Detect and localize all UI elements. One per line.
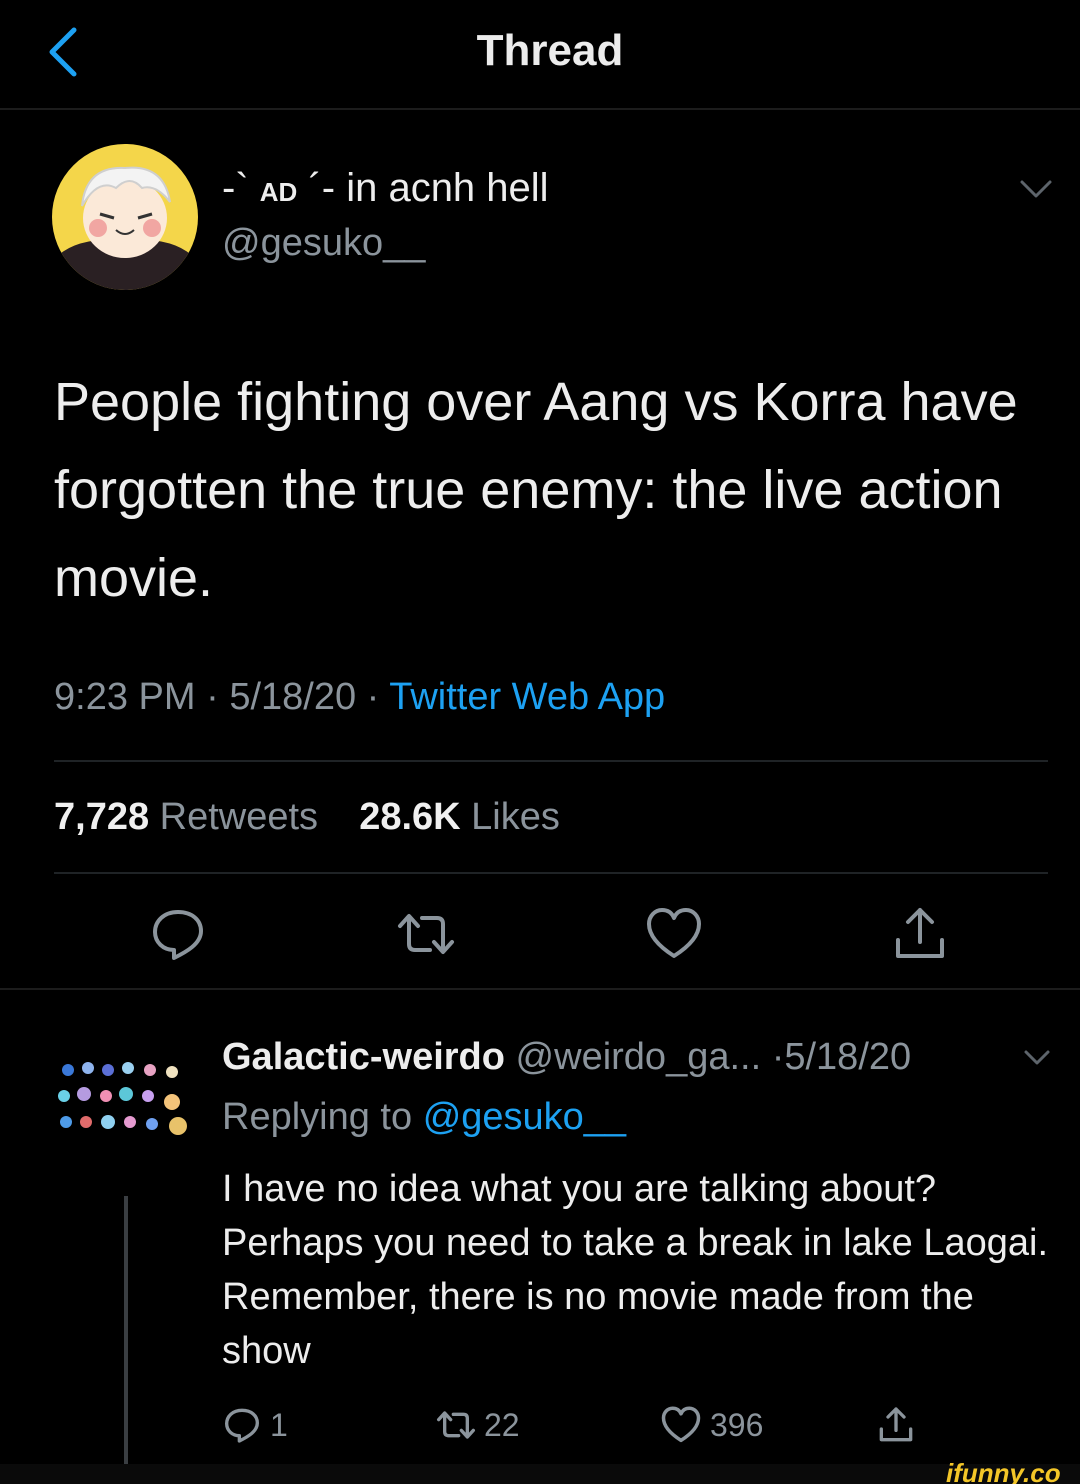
tweet-stats: 7,728 Retweets 28.6K Likes [54,796,560,839]
likes-count: 28.6K [359,796,461,838]
tweet-source-link[interactable]: Twitter Web App [389,676,665,718]
reply-share-button[interactable] [876,1402,916,1448]
thread-connector-line [124,1196,128,1464]
retweet-arrows-icon [437,1411,475,1439]
share-button[interactable] [890,904,950,964]
reply-like-button[interactable]: 396 [660,1402,763,1448]
meta-separator: · [206,676,219,718]
reply-header: Galactic-weirdo @weirdo_ga... ·5/18/20 [222,1036,911,1079]
retweets-count: 7,728 [54,796,150,838]
tweet-date: 5/18/20 [229,676,357,718]
reply-author-name[interactable]: Galactic-weirdo [222,1036,505,1078]
likes-label: Likes [471,796,560,838]
section-divider [0,988,1080,990]
reply-like-count: 396 [710,1406,764,1443]
author-display-name[interactable]: -` AD ´- in acnh hell [222,166,549,211]
reply-text: I have no idea what you are talking abou… [222,1168,1049,1372]
speech-bubble-icon [225,1408,259,1443]
display-name-initials: AD [259,177,298,207]
tweet-text: People fighting over Aang vs Korra have … [54,372,1018,608]
reply-author-handle[interactable]: @weirdo_ga... [516,1036,762,1078]
reply-author-avatar[interactable] [54,1056,200,1144]
retweet-button[interactable] [396,904,456,964]
display-name-prefix: -` [222,166,260,210]
heart-icon [661,1406,701,1443]
jellyfish-pattern-image [58,1062,187,1135]
page-title: Thread [476,26,624,75]
chevron-down-icon [1024,1050,1050,1065]
ifunny-watermark: ifunny.co [946,1458,1061,1484]
reply-reply-button[interactable]: 1 [222,1402,288,1448]
replying-to-line: Replying to @gesuko__ [222,1096,626,1139]
reply-separator: · [771,1036,785,1078]
divider [54,760,1048,762]
heart-icon [647,908,701,958]
reply-retweet-button[interactable]: 22 [436,1402,520,1448]
meta-separator: · [366,676,380,718]
chevron-down-icon [1020,180,1052,198]
bottom-strip [0,1464,1080,1484]
retweet-arrows-icon [398,914,454,954]
likes-stat[interactable]: 28.6K Likes [359,796,560,838]
avatar-image [52,144,198,290]
reply-options-button[interactable] [1022,1048,1052,1068]
reply-reply-count: 1 [270,1406,288,1443]
tweet-time: 9:23 PM [54,676,196,718]
divider [54,872,1048,874]
top-navigation-bar: Thread [0,0,1080,110]
tweet-options-button[interactable] [1016,176,1056,202]
share-upload-icon [896,908,944,958]
tweet-metadata: 9:23 PM · 5/18/20 · Twitter Web App [54,676,665,719]
like-button[interactable] [644,904,704,964]
author-handle[interactable]: @gesuko__ [222,222,425,265]
reply-date: 5/18/20 [784,1036,912,1078]
display-name-suffix: ´- in acnh hell [297,166,549,210]
replying-to-label: Replying to [222,1096,413,1138]
retweets-label: Retweets [159,796,319,838]
reply-retweet-count: 22 [484,1406,520,1443]
speech-bubble-icon [153,910,203,960]
author-avatar[interactable] [52,144,198,290]
reply-button[interactable] [148,904,208,964]
retweets-stat[interactable]: 7,728 Retweets [54,796,318,838]
replying-to-mention[interactable]: @gesuko__ [423,1096,626,1138]
share-upload-icon [879,1407,913,1442]
